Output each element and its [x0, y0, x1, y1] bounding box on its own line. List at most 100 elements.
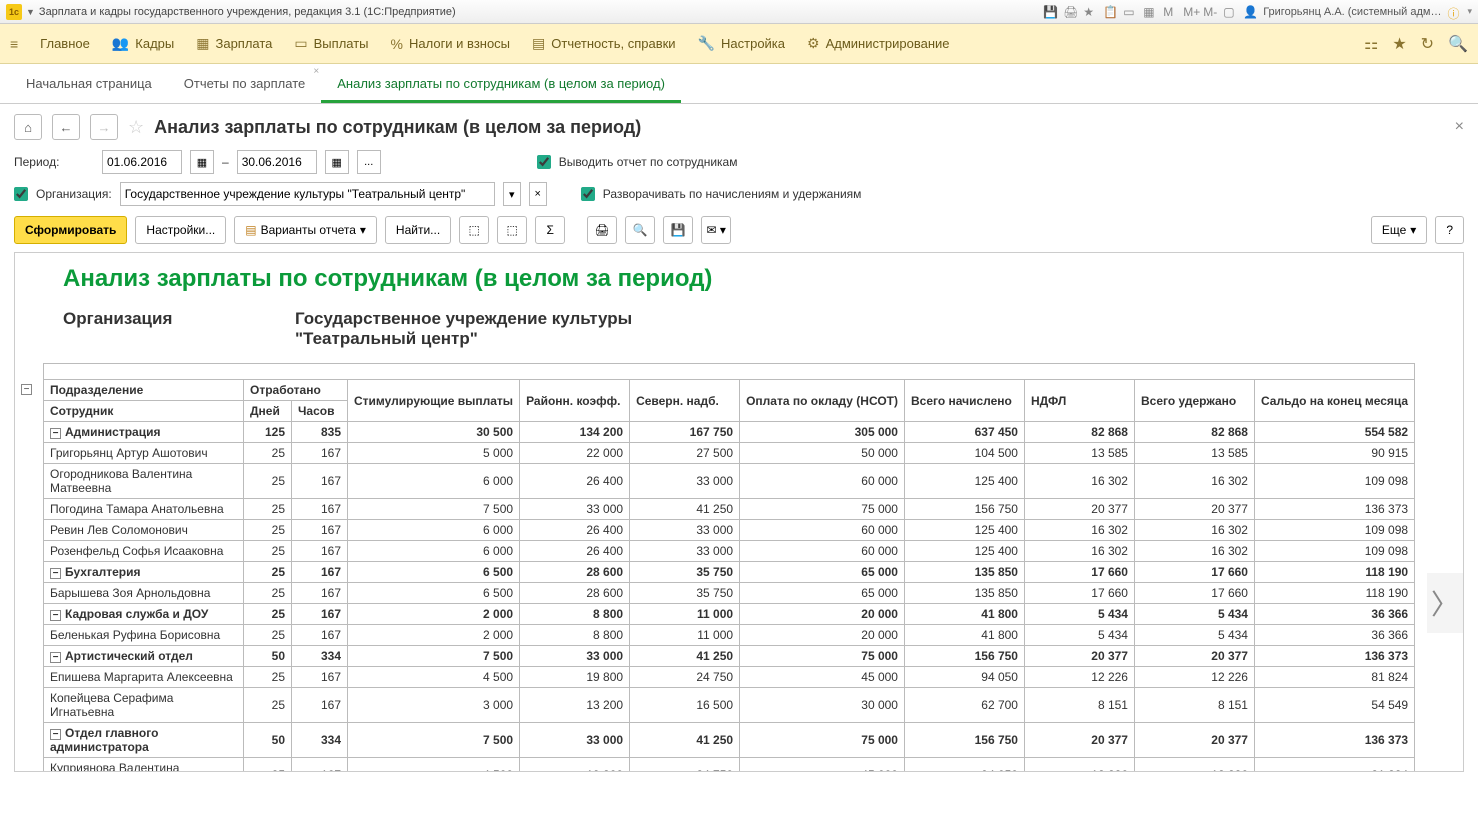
save-icon[interactable]: 💾 — [1043, 5, 1057, 19]
sum-button[interactable]: Σ — [535, 216, 565, 244]
m-plus-icon[interactable]: M+ — [1183, 5, 1197, 19]
info-dropdown-icon[interactable]: ▾ — [1467, 6, 1472, 17]
settings-button[interactable]: Настройки... — [135, 216, 226, 244]
collapse-all-button[interactable]: ⬚ — [497, 216, 527, 244]
menu-item-main[interactable]: Главное — [40, 36, 90, 51]
by-employee-label: Выводить отчет по сотрудникам — [559, 155, 738, 169]
info-icon[interactable]: ⓘ — [1447, 5, 1461, 19]
find-button[interactable]: Найти... — [385, 216, 451, 244]
more-button[interactable]: Еще ▾ — [1371, 216, 1427, 244]
date-from-picker-icon[interactable]: ▦ — [190, 150, 214, 174]
report-title: Анализ зарплаты по сотрудникам (в целом … — [15, 253, 1463, 307]
menu-item-payments[interactable]: ▭Выплаты — [294, 35, 368, 52]
table-row[interactable]: Епишева Маргарита Алексеевна251674 50019… — [44, 667, 1415, 688]
star-icon[interactable]: ★ — [1392, 34, 1406, 54]
window-icon[interactable]: ▢ — [1223, 5, 1237, 19]
col-hours: Часов — [292, 401, 348, 422]
tab-home[interactable]: Начальная страница — [10, 64, 168, 103]
expand-icon[interactable]: − — [50, 610, 61, 621]
col-pay: Оплата по окладу (НСОТ) — [740, 380, 905, 422]
favorite-icon[interactable]: ★ — [1083, 5, 1097, 19]
m-minus-icon[interactable]: M- — [1203, 5, 1217, 19]
right-scroll-handle[interactable]: 〉 — [1427, 573, 1463, 633]
help-button[interactable]: ? — [1435, 216, 1464, 244]
table-row[interactable]: −Бухгалтерия251676 50028 60035 75065 000… — [44, 562, 1415, 583]
tab-analysis[interactable]: Анализ зарплаты по сотрудникам (в целом … — [321, 64, 681, 103]
apps-icon[interactable]: ⚏ — [1364, 34, 1378, 54]
forward-button[interactable]: → — [90, 114, 118, 140]
calendar-icon[interactable]: ▭ — [1123, 5, 1137, 19]
preview-button[interactable]: 🔍 — [625, 216, 655, 244]
table-row[interactable]: Григорьянц Артур Ашотович251675 00022 00… — [44, 443, 1415, 464]
col-balance: Сальдо на конец месяца — [1254, 380, 1414, 422]
date-from-input[interactable] — [102, 150, 182, 174]
menu-item-settings[interactable]: 🔧Настройка — [698, 35, 785, 52]
tab-reports[interactable]: Отчеты по зарплате× — [168, 64, 321, 103]
filter-panel: Период: ▦ – ▦ ... Выводить отчет по сотр… — [0, 150, 1478, 216]
expand-icon[interactable]: − — [50, 428, 61, 439]
page-header: ⌂ ← → ☆ Анализ зарплаты по сотрудникам (… — [0, 104, 1478, 150]
generate-button[interactable]: Сформировать — [14, 216, 127, 244]
page-title: Анализ зарплаты по сотрудникам (в целом … — [154, 117, 641, 138]
user-name: Григорьянц А.А. (системный адм… — [1263, 6, 1441, 18]
clipboard-icon[interactable]: 📋 — [1103, 5, 1117, 19]
back-button[interactable]: ← — [52, 114, 80, 140]
page-close-button[interactable]: × — [1455, 118, 1464, 136]
variants-button[interactable]: ▤Варианты отчета ▾ — [234, 216, 377, 244]
report-area[interactable]: − Анализ зарплаты по сотрудникам (в цело… — [14, 252, 1464, 772]
menu-burger-icon[interactable]: ≡ — [10, 36, 18, 52]
history-icon[interactable]: ↻ — [1421, 34, 1434, 54]
period-dash: – — [222, 155, 229, 169]
table-row[interactable]: Куприянова Валентина Евгеньевна251674 50… — [44, 758, 1415, 773]
favorite-toggle-icon[interactable]: ☆ — [128, 117, 144, 138]
table-row[interactable]: −Артистический отдел503347 50033 00041 2… — [44, 646, 1415, 667]
period-label: Период: — [14, 155, 94, 169]
col-north: Северн. надб. — [630, 380, 740, 422]
table-row[interactable]: Погодина Тамара Анатольевна251677 50033 … — [44, 499, 1415, 520]
table-row[interactable]: Барышева Зоя Арнольдовна251676 50028 600… — [44, 583, 1415, 604]
table-row[interactable]: −Администрация12583530 500134 200167 750… — [44, 422, 1415, 443]
table-row[interactable]: −Отдел главного администратора503347 500… — [44, 723, 1415, 758]
expand-icon[interactable]: − — [50, 729, 61, 740]
expand-icon[interactable]: − — [50, 652, 61, 663]
percent-icon: % — [391, 36, 403, 52]
menu-item-admin[interactable]: ⚙Администрирование — [807, 35, 950, 52]
table-row[interactable]: Беленькая Руфина Борисовна251672 0008 80… — [44, 625, 1415, 646]
date-to-input[interactable] — [237, 150, 317, 174]
home-button[interactable]: ⌂ — [14, 114, 42, 140]
col-region: Районн. коэфф. — [520, 380, 630, 422]
org-checkbox[interactable] — [14, 187, 28, 201]
window-titlebar: 1c ▼ Зарплата и кадры государственного у… — [0, 0, 1478, 24]
col-employee: Сотрудник — [44, 401, 244, 422]
menu-item-salary[interactable]: ▦Зарплата — [196, 35, 272, 52]
menu-item-taxes[interactable]: %Налоги и взносы — [391, 36, 511, 52]
table-row[interactable]: Огородникова Валентина Матвеевна251676 0… — [44, 464, 1415, 499]
table-row[interactable]: Розенфельд Софья Исааковна251676 00026 4… — [44, 541, 1415, 562]
expand-checkbox[interactable] — [581, 187, 595, 201]
calc-icon[interactable]: ▦ — [1143, 5, 1157, 19]
expand-all-button[interactable]: ⬚ — [459, 216, 489, 244]
email-button[interactable]: ✉ ▾ — [701, 216, 731, 244]
org-dropdown-icon[interactable]: ▾ — [503, 182, 521, 206]
menu-item-reports[interactable]: ▤Отчетность, справки — [532, 35, 676, 52]
date-to-picker-icon[interactable]: ▦ — [325, 150, 349, 174]
expand-icon[interactable]: − — [50, 568, 61, 579]
tree-collapse-icon[interactable]: − — [21, 384, 32, 395]
m-icon[interactable]: M — [1163, 5, 1177, 19]
table-row[interactable]: Ревин Лев Соломонович251676 00026 40033 … — [44, 520, 1415, 541]
search-icon[interactable]: 🔍 — [1448, 34, 1468, 54]
menu-item-personnel[interactable]: 👥Кадры — [112, 35, 174, 52]
table-row[interactable]: −Кадровая служба и ДОУ251672 0008 80011 … — [44, 604, 1415, 625]
table-row[interactable]: Копейцева Серафима Игнатьевна251673 0001… — [44, 688, 1415, 723]
save-button[interactable]: 💾 — [663, 216, 693, 244]
print-button[interactable]: 🖨 — [587, 216, 617, 244]
org-input[interactable] — [120, 182, 495, 206]
period-more-button[interactable]: ... — [357, 150, 381, 174]
close-icon[interactable]: × — [313, 66, 319, 77]
org-clear-icon[interactable]: × — [529, 182, 547, 206]
print-icon[interactable]: 🖨 — [1063, 5, 1077, 19]
document-icon: ▤ — [532, 35, 545, 52]
app-logo-icon: 1c — [6, 4, 22, 20]
app-menu-dropdown-icon[interactable]: ▼ — [26, 7, 35, 17]
by-employee-checkbox[interactable] — [537, 155, 551, 169]
